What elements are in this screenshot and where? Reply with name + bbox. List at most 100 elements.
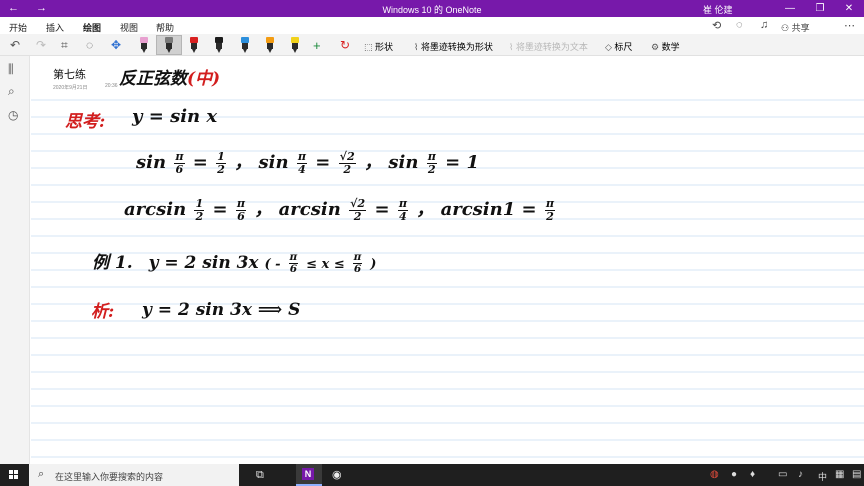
tab-view[interactable]: 视图: [120, 21, 138, 34]
task-view-icon[interactable]: ⧉: [256, 467, 264, 483]
page-date: 2020年9月21日: [53, 85, 88, 91]
ink-think-label[interactable]: 思考:: [65, 107, 105, 132]
more-options-icon[interactable]: ⋯: [844, 19, 855, 32]
onenote-taskbar-button[interactable]: N: [296, 464, 322, 486]
heading-text: 反正弦数: [119, 69, 187, 89]
person-add-icon: ⚇: [781, 23, 792, 33]
example-equation: y = 2 sin 3x: [148, 253, 259, 273]
search-placeholder: 在这里输入你要搜索的内容: [55, 472, 164, 482]
comma: ，: [364, 152, 383, 173]
battery-icon[interactable]: ▭: [778, 469, 787, 480]
add-pen-icon[interactable]: +: [313, 38, 321, 53]
taskbar-search-box[interactable]: ⌕ 在这里输入你要搜索的内容: [29, 464, 239, 486]
ink-replay-icon[interactable]: ↻: [340, 38, 350, 52]
windows-start-icon[interactable]: [9, 470, 19, 480]
tab-home[interactable]: 开始: [9, 21, 27, 34]
ink-to-shape-button[interactable]: ⌇ 将墨迹转换为形状: [414, 40, 493, 53]
insert-space-icon[interactable]: ✥: [111, 38, 121, 52]
maximize-button[interactable]: ❐: [805, 0, 835, 17]
user-name[interactable]: 崔 伦建: [703, 3, 733, 16]
shapes-button[interactable]: ⬚ 形状: [364, 40, 393, 53]
tab-draw[interactable]: 绘图: [83, 21, 102, 37]
share-label: 共享: [791, 23, 810, 33]
tray-app-icon[interactable]: ◍: [710, 469, 719, 480]
pen-3-icon[interactable]: [190, 37, 198, 53]
pen-4-icon[interactable]: [215, 37, 223, 53]
bell-icon[interactable]: ♫: [760, 19, 768, 31]
equals: =: [192, 152, 208, 173]
sync-icon[interactable]: ⟲: [712, 19, 721, 32]
minimize-button[interactable]: —: [775, 0, 805, 17]
taskbar: ⌕ 在这里输入你要搜索的内容 ⧉ N ◉ ◍ ● ♦ ▭ ♪ 中 ▦ ▤: [0, 464, 864, 486]
microphone-icon[interactable]: ●: [731, 469, 737, 480]
comma: ，: [234, 152, 253, 173]
ink-analysis-label[interactable]: 析:: [91, 297, 114, 322]
page-title[interactable]: 第七练: [53, 66, 86, 82]
ribbon-tabs: 开始 插入 绘图 视图 帮助 ⟲ ◌ ♫ ⚇ 共享 ⋯: [0, 17, 864, 37]
ink-arcsin-values[interactable]: arcsin 12 = π6 ， arcsin √2 2 = π4 ， arcsi…: [124, 195, 557, 222]
search-icon[interactable]: ⌕: [8, 84, 15, 99]
notebooks-icon[interactable]: ⫼: [8, 62, 14, 77]
redo-icon[interactable]: ↷: [36, 38, 46, 52]
range-open: ( -: [264, 257, 281, 272]
ink-analysis-equation[interactable]: y = 2 sin 3x ⟹ S: [142, 300, 300, 320]
title-bar: ← → Windows 10 的 OneNote 崔 伦建 — ❐ ✕: [0, 0, 864, 17]
ink-to-text-label: 将墨迹转换为文本: [515, 42, 588, 52]
share-button[interactable]: ⚇ 共享: [781, 21, 810, 34]
lightbulb-icon[interactable]: ◌: [736, 19, 743, 31]
arcsin-word: arcsin: [124, 199, 187, 220]
ruler-button[interactable]: ◇ 标尺: [605, 40, 632, 53]
ruler-label: 标尺: [614, 42, 633, 52]
tab-insert[interactable]: 插入: [46, 21, 64, 34]
shapes-icon: ⬚: [364, 42, 376, 52]
pen-6-icon[interactable]: [266, 37, 274, 53]
onenote-icon: N: [302, 468, 314, 480]
equals: =: [374, 199, 390, 220]
notification-icon[interactable]: ▤: [852, 469, 861, 480]
pen-2-icon[interactable]: [165, 37, 173, 53]
network-icon[interactable]: ♦: [750, 469, 755, 480]
ink-to-shape-label: 将墨迹转换为形状: [420, 42, 493, 52]
ink-example[interactable]: 例 1. y = 2 sin 3x ( - π6 ≤ x ≤ π6 ): [92, 248, 376, 275]
pen-1-icon[interactable]: [140, 37, 148, 53]
ime-indicator[interactable]: 中: [818, 470, 827, 483]
heading-red-text: (中): [187, 69, 221, 89]
frac-pi-6: π6: [352, 251, 363, 275]
grid-icon[interactable]: ▦: [835, 469, 844, 480]
tab-help[interactable]: 帮助: [156, 21, 174, 34]
ink-heading[interactable]: 反正弦数(中): [119, 64, 220, 89]
sin-word: sin: [258, 152, 289, 173]
pen-7-icon[interactable]: [291, 37, 299, 53]
page-time: 20:36: [105, 83, 118, 89]
app-icon[interactable]: ◉: [332, 467, 342, 483]
equals: =: [212, 199, 228, 220]
ink-think-equation[interactable]: y = sin x: [132, 106, 217, 127]
eraser-icon[interactable]: ◌: [86, 38, 93, 52]
pen-5-icon[interactable]: [241, 37, 249, 53]
ink-to-shape-icon: ⌇: [414, 42, 421, 52]
math-button[interactable]: ⚙ 数学: [651, 40, 680, 53]
frac-pi-2: π2: [426, 150, 437, 176]
range-close: ): [370, 257, 377, 272]
comma: ，: [254, 199, 273, 220]
lasso-select-icon[interactable]: ⌗: [61, 38, 68, 52]
page-canvas[interactable]: 第七练 2020年9月21日 20:36 反正弦数(中) 思考: y = sin…: [31, 56, 864, 464]
frac-sqrt2-2: √2 2: [349, 197, 367, 223]
ink-sin-values[interactable]: sin π6 = 12 ， sin π4 = √2 2 ， sin π2 = 1: [136, 148, 479, 176]
frac-pi-6: π6: [235, 197, 247, 223]
comma: ，: [416, 199, 435, 220]
search-icon: ⌕: [38, 468, 45, 480]
volume-icon[interactable]: ♪: [798, 469, 803, 480]
math-icon: ⚙: [651, 42, 662, 52]
sin-word: sin: [388, 152, 419, 173]
equals: =: [315, 152, 331, 173]
ink-to-text-button[interactable]: ⌇ 将墨迹转换为文本: [509, 40, 588, 53]
frac-pi-4: π4: [397, 197, 408, 223]
ruler-icon: ◇: [605, 42, 615, 52]
frac-pi-6: π6: [174, 150, 185, 176]
ink-to-text-icon: ⌇: [509, 42, 516, 52]
recent-icon[interactable]: ◷: [8, 108, 18, 122]
shapes-label: 形状: [375, 42, 394, 52]
close-button[interactable]: ✕: [834, 0, 864, 17]
undo-icon[interactable]: ↶: [10, 38, 20, 52]
